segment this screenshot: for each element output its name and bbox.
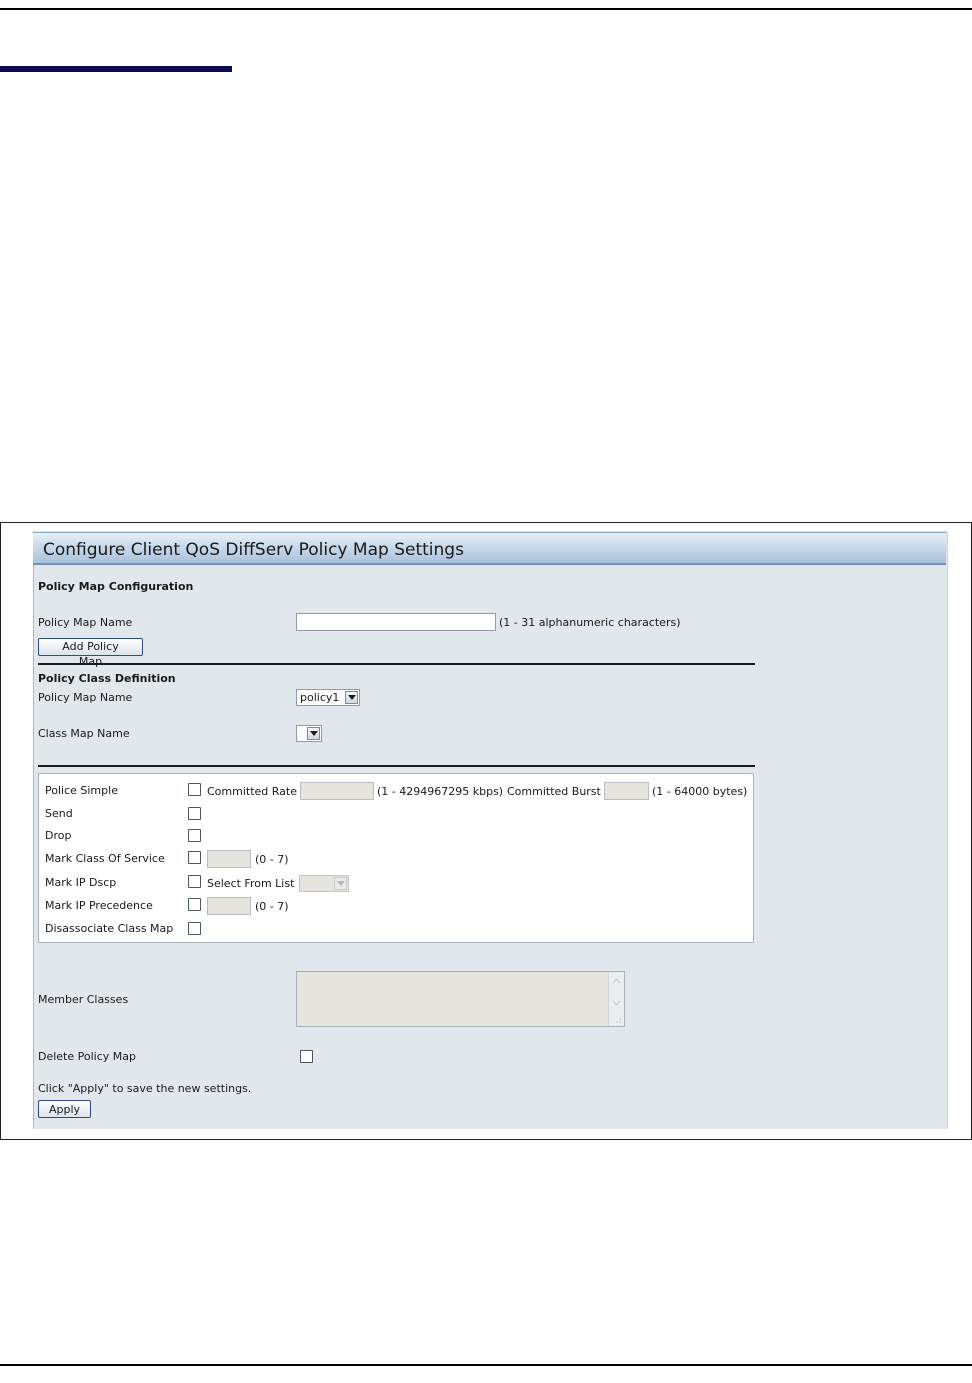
police-simple-label: Police Simple (45, 784, 118, 797)
mark-cos-hint: (0 - 7) (255, 853, 289, 866)
mark-ip-dscp-label: Mark IP Dscp (45, 876, 117, 889)
policy-map-configuration-heading: Policy Map Configuration (38, 580, 194, 593)
send-label: Send (45, 807, 73, 820)
police-simple-checkbox[interactable] (188, 783, 201, 796)
policy-map-select-value: policy1 (300, 691, 340, 704)
mark-ip-precedence-checkbox[interactable] (188, 898, 201, 911)
class-def-policy-map-label: Policy Map Name (38, 691, 133, 704)
class-map-name-label: Class Map Name (38, 727, 130, 740)
policy-map-name-label: Policy Map Name (38, 616, 133, 629)
member-classes-list[interactable] (296, 971, 625, 1027)
member-classes-scrollbar[interactable] (608, 972, 624, 1026)
send-checkbox[interactable] (188, 807, 201, 820)
committed-burst-input[interactable] (604, 782, 649, 800)
add-policy-map-button[interactable]: Add Policy Map (38, 638, 143, 668)
apply-button[interactable]: Apply (38, 1100, 91, 1118)
page-top-rule (0, 8, 972, 10)
chevron-down-icon (307, 727, 320, 740)
drop-checkbox[interactable] (188, 829, 201, 842)
mark-ip-precedence-label: Mark IP Precedence (45, 899, 153, 912)
disassociate-class-map-label: Disassociate Class Map (45, 922, 174, 935)
mark-ip-dscp-checkbox[interactable] (188, 875, 201, 888)
committed-burst-hint: (1 - 64000 bytes) (652, 785, 748, 798)
policy-map-select[interactable]: policy1 (296, 689, 360, 706)
committed-rate-input[interactable] (300, 782, 374, 800)
select-from-list-label: Select From List (207, 877, 295, 890)
mark-ip-precedence-input[interactable] (207, 897, 251, 915)
disassociate-class-map-checkbox[interactable] (188, 922, 201, 935)
chevron-down-icon (345, 691, 358, 704)
mark-cos-label: Mark Class Of Service (45, 852, 165, 865)
policy-map-name-input[interactable] (296, 613, 496, 631)
dscp-select[interactable] (299, 875, 349, 892)
policy-map-name-hint: (1 - 31 alphanumeric characters) (499, 616, 681, 629)
section-accent-bar (0, 66, 232, 72)
mark-cos-input[interactable] (207, 850, 251, 868)
scrollbar-arrows-icon (612, 978, 621, 1023)
section-divider (38, 663, 755, 665)
apply-note: Click "Apply" to save the new settings. (38, 1082, 252, 1095)
class-map-select[interactable] (296, 725, 322, 742)
committed-rate-hint: (1 - 4294967295 kbps) (377, 785, 504, 798)
committed-rate-label: Committed Rate (207, 785, 297, 798)
panel-title: Configure Client QoS DiffServ Policy Map… (43, 540, 464, 560)
panel-header: Configure Client QoS DiffServ Policy Map… (33, 532, 946, 565)
mark-cos-checkbox[interactable] (188, 851, 201, 864)
delete-policy-map-checkbox[interactable] (300, 1050, 313, 1063)
member-classes-label: Member Classes (38, 993, 129, 1006)
committed-burst-label: Committed Burst (507, 785, 601, 798)
page-bottom-rule (0, 1364, 972, 1366)
delete-policy-map-label: Delete Policy Map (38, 1050, 136, 1063)
chevron-down-icon (334, 877, 347, 890)
drop-label: Drop (45, 829, 72, 842)
policy-class-definition-heading: Policy Class Definition (38, 672, 176, 685)
mark-ip-precedence-hint: (0 - 7) (255, 900, 289, 913)
section-divider (38, 765, 755, 767)
